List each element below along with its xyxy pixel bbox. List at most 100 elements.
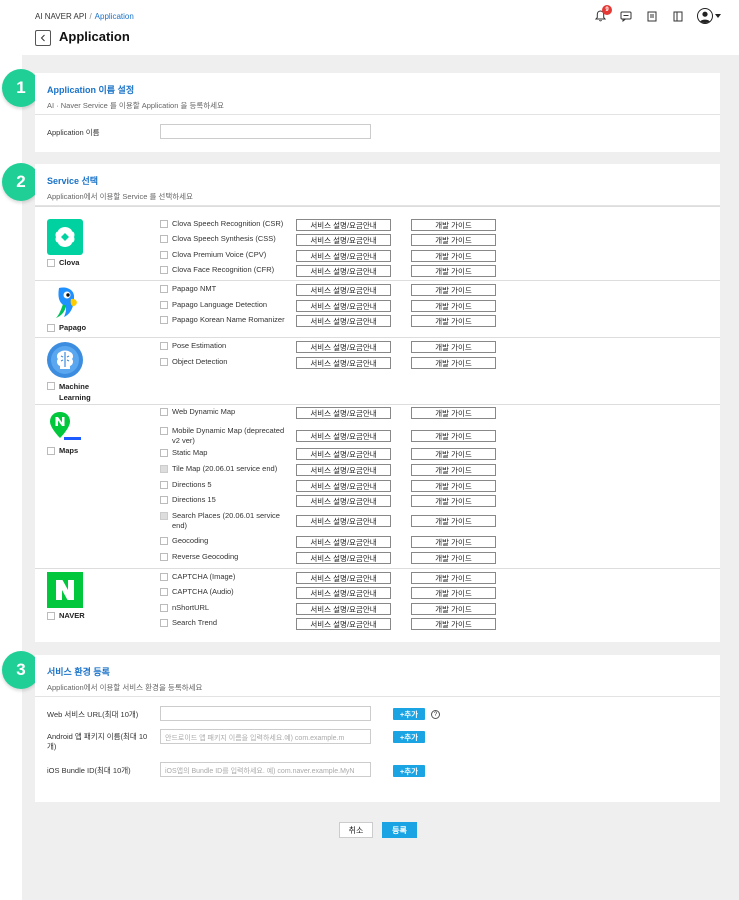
- group-checkbox[interactable]: [47, 324, 55, 332]
- document-icon[interactable]: [645, 9, 659, 23]
- dev-guide-button[interactable]: 개발 가이드: [411, 250, 496, 262]
- group-checkbox[interactable]: [47, 612, 55, 620]
- service-item[interactable]: Object Detection: [160, 357, 287, 369]
- help-icon[interactable]: ?: [431, 710, 440, 719]
- service-checkbox[interactable]: [160, 427, 168, 435]
- add-android-package-button[interactable]: +추가: [393, 731, 425, 743]
- service-group-label-papago[interactable]: Papago: [47, 323, 86, 332]
- user-menu[interactable]: [697, 8, 721, 24]
- service-checkbox[interactable]: [160, 588, 168, 596]
- group-checkbox[interactable]: [47, 259, 55, 267]
- service-checkbox[interactable]: [160, 481, 168, 489]
- service-checkbox[interactable]: [160, 301, 168, 309]
- service-description-button[interactable]: 서비스 설명/요금안내: [296, 407, 391, 419]
- service-checkbox[interactable]: [160, 266, 168, 274]
- dev-guide-button[interactable]: 개발 가이드: [411, 430, 496, 442]
- dev-guide-button[interactable]: 개발 가이드: [411, 618, 496, 630]
- service-description-button[interactable]: 서비스 설명/요금안내: [296, 265, 391, 277]
- service-description-button[interactable]: 서비스 설명/요금안내: [296, 515, 391, 527]
- service-group-label-maps[interactable]: Maps: [47, 446, 78, 455]
- service-item[interactable]: nShortURL: [160, 603, 287, 615]
- service-group-label-machine-learning[interactable]: Machine Learning: [47, 381, 99, 403]
- dev-guide-button[interactable]: 개발 가이드: [411, 357, 496, 369]
- dev-guide-button[interactable]: 개발 가이드: [411, 219, 496, 231]
- app-name-input[interactable]: [160, 124, 371, 139]
- breadcrumb-root[interactable]: AI NAVER API: [35, 12, 86, 21]
- service-description-button[interactable]: 서비스 설명/요금안내: [296, 341, 391, 353]
- service-description-button[interactable]: 서비스 설명/요금안내: [296, 572, 391, 584]
- service-checkbox[interactable]: [160, 251, 168, 259]
- service-description-button[interactable]: 서비스 설명/요금안내: [296, 552, 391, 564]
- service-checkbox[interactable]: [160, 604, 168, 612]
- service-item[interactable]: Clova Premium Voice (CPV): [160, 250, 287, 262]
- dev-guide-button[interactable]: 개발 가이드: [411, 603, 496, 615]
- dev-guide-button[interactable]: 개발 가이드: [411, 448, 496, 460]
- service-description-button[interactable]: 서비스 설명/요금안내: [296, 250, 391, 262]
- add-ios-bundle-button[interactable]: +추가: [393, 765, 425, 777]
- dev-guide-button[interactable]: 개발 가이드: [411, 464, 496, 476]
- service-checkbox[interactable]: [160, 553, 168, 561]
- service-item[interactable]: Search Trend: [160, 618, 287, 630]
- dev-guide-button[interactable]: 개발 가이드: [411, 234, 496, 246]
- service-item[interactable]: Papago NMT: [160, 284, 287, 296]
- service-item[interactable]: Clova Speech Synthesis (CSS): [160, 234, 287, 246]
- service-description-button[interactable]: 서비스 설명/요금안내: [296, 536, 391, 548]
- service-checkbox[interactable]: [160, 619, 168, 627]
- service-group-label-clova[interactable]: Clova: [47, 258, 79, 267]
- ios-bundle-input[interactable]: iOS앱의 Bundle ID를 입력하세요. 예) com.naver.exa…: [160, 762, 371, 777]
- service-item[interactable]: Reverse Geocoding: [160, 552, 287, 564]
- service-checkbox[interactable]: [160, 316, 168, 324]
- service-item[interactable]: CAPTCHA (Audio): [160, 587, 287, 599]
- service-item[interactable]: Clova Speech Recognition (CSR): [160, 219, 287, 231]
- service-checkbox[interactable]: [160, 537, 168, 545]
- dev-guide-button[interactable]: 개발 가이드: [411, 315, 496, 327]
- dev-guide-button[interactable]: 개발 가이드: [411, 480, 496, 492]
- service-description-button[interactable]: 서비스 설명/요금안내: [296, 300, 391, 312]
- service-description-button[interactable]: 서비스 설명/요금안내: [296, 618, 391, 630]
- dev-guide-button[interactable]: 개발 가이드: [411, 265, 496, 277]
- service-item[interactable]: Search Places (20.06.01 service end): [160, 511, 287, 530]
- dev-guide-button[interactable]: 개발 가이드: [411, 587, 496, 599]
- web-url-input[interactable]: [160, 706, 371, 721]
- dev-guide-button[interactable]: 개발 가이드: [411, 536, 496, 548]
- service-item[interactable]: CAPTCHA (Image): [160, 572, 287, 584]
- service-description-button[interactable]: 서비스 설명/요금안내: [296, 587, 391, 599]
- dev-guide-button[interactable]: 개발 가이드: [411, 284, 496, 296]
- service-checkbox[interactable]: [160, 449, 168, 457]
- service-checkbox[interactable]: [160, 220, 168, 228]
- service-description-button[interactable]: 서비스 설명/요금안내: [296, 448, 391, 460]
- service-checkbox[interactable]: [160, 285, 168, 293]
- service-group-label-naver[interactable]: NAVER: [47, 611, 85, 620]
- service-description-button[interactable]: 서비스 설명/요금안내: [296, 495, 391, 507]
- service-description-button[interactable]: 서비스 설명/요금안내: [296, 219, 391, 231]
- service-checkbox[interactable]: [160, 342, 168, 350]
- dev-guide-button[interactable]: 개발 가이드: [411, 572, 496, 584]
- service-checkbox[interactable]: [160, 496, 168, 504]
- service-description-button[interactable]: 서비스 설명/요금안내: [296, 464, 391, 476]
- dev-guide-button[interactable]: 개발 가이드: [411, 495, 496, 507]
- service-item[interactable]: Clova Face Recognition (CFR): [160, 265, 287, 277]
- service-description-button[interactable]: 서비스 설명/요금안내: [296, 284, 391, 296]
- android-package-input[interactable]: 안드로이드 앱 패키지 이름을 입력하세요.예) com.example.m: [160, 729, 371, 744]
- service-description-button[interactable]: 서비스 설명/요금안내: [296, 603, 391, 615]
- service-item[interactable]: Directions 5: [160, 480, 287, 492]
- service-item[interactable]: Geocoding: [160, 536, 287, 548]
- service-description-button[interactable]: 서비스 설명/요금안내: [296, 357, 391, 369]
- service-description-button[interactable]: 서비스 설명/요금안내: [296, 480, 391, 492]
- service-item[interactable]: Papago Language Detection: [160, 300, 287, 312]
- service-item[interactable]: Mobile Dynamic Map (deprecated v2 ver): [160, 426, 287, 445]
- service-description-button[interactable]: 서비스 설명/요금안내: [296, 234, 391, 246]
- back-button[interactable]: [35, 30, 51, 46]
- add-web-url-button[interactable]: +추가: [393, 708, 425, 720]
- service-item[interactable]: Tile Map (20.06.01 service end): [160, 464, 287, 476]
- service-item[interactable]: Web Dynamic Map: [160, 407, 287, 419]
- book-icon[interactable]: [671, 9, 685, 23]
- breadcrumb-current[interactable]: Application: [95, 12, 134, 21]
- group-checkbox[interactable]: [47, 382, 55, 390]
- dev-guide-button[interactable]: 개발 가이드: [411, 341, 496, 353]
- service-item[interactable]: Papago Korean Name Romanizer: [160, 315, 287, 327]
- service-description-button[interactable]: 서비스 설명/요금안내: [296, 430, 391, 442]
- dev-guide-button[interactable]: 개발 가이드: [411, 515, 496, 527]
- group-checkbox[interactable]: [47, 447, 55, 455]
- service-checkbox[interactable]: [160, 358, 168, 366]
